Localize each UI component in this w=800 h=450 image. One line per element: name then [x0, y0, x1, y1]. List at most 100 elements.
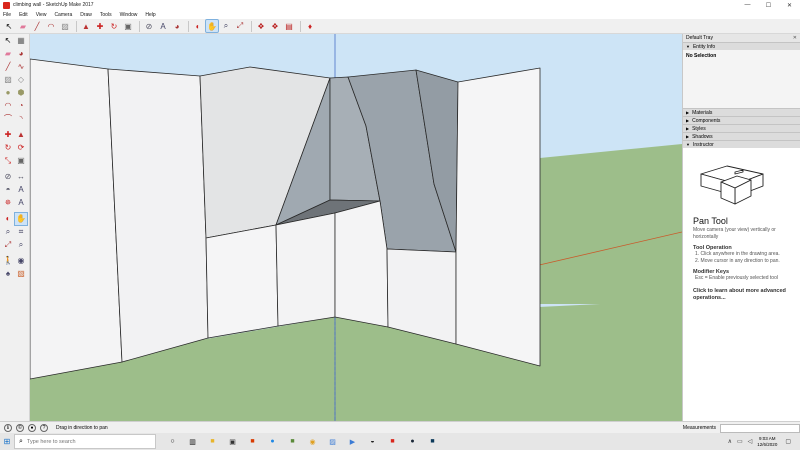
- push-pull-icon[interactable]: ▲: [80, 20, 92, 32]
- polygon-icon[interactable]: ⬢: [15, 87, 27, 99]
- panel-materials[interactable]: ▶ Materials: [683, 108, 800, 116]
- maximize-button[interactable]: ☐: [758, 0, 779, 10]
- app-icon[interactable]: ◒: [366, 435, 379, 448]
- photos-icon[interactable]: ▨: [326, 435, 339, 448]
- zoom-extents-icon[interactable]: ⤢: [2, 239, 14, 251]
- tape-measure-icon[interactable]: ⊘: [143, 20, 155, 32]
- wall-panel[interactable]: [30, 59, 122, 379]
- make-component-icon[interactable]: ▦: [15, 35, 27, 47]
- orbit-icon[interactable]: ◐: [2, 213, 14, 225]
- arc-icon[interactable]: ◠: [45, 20, 57, 32]
- warehouse-icon[interactable]: ❖: [255, 20, 267, 32]
- arc-3pt-icon[interactable]: ◝: [15, 113, 27, 125]
- look-around-icon[interactable]: ◉: [15, 255, 27, 267]
- text-icon[interactable]: A: [157, 20, 169, 32]
- push-pull-icon[interactable]: ▲: [15, 129, 27, 141]
- wall-panel[interactable]: [335, 201, 388, 327]
- menu-edit[interactable]: Edit: [19, 12, 28, 18]
- follow-me-icon[interactable]: ⟳: [15, 142, 27, 154]
- move-icon[interactable]: ✚: [94, 20, 106, 32]
- arc-icon[interactable]: ◠: [2, 100, 14, 112]
- wall-panel[interactable]: [108, 69, 208, 362]
- menu-camera[interactable]: Camera: [54, 12, 72, 18]
- menu-draw[interactable]: Draw: [80, 12, 92, 18]
- orbit-icon[interactable]: ◐: [192, 20, 204, 32]
- panel-components[interactable]: ▶ Components: [683, 116, 800, 124]
- task-view-icon[interactable]: ▥: [186, 435, 199, 448]
- steam-icon[interactable]: ●: [406, 435, 419, 448]
- zoom-icon[interactable]: ⌕: [220, 20, 232, 32]
- walk-icon[interactable]: ♠: [2, 268, 14, 280]
- rotated-rectangle-icon[interactable]: ◇: [15, 74, 27, 86]
- line-icon[interactable]: ╱: [2, 61, 14, 73]
- cortana-icon[interactable]: ○: [166, 435, 179, 448]
- network-icon[interactable]: ▭: [737, 438, 743, 445]
- select-icon[interactable]: ↖: [2, 35, 14, 47]
- learn-more-link[interactable]: Click to learn about more advanced opera…: [693, 288, 790, 302]
- ruby-icon[interactable]: ♦: [304, 20, 316, 32]
- zoom-window-icon[interactable]: ⌗: [15, 226, 27, 238]
- panel-styles[interactable]: ▶ Styles: [683, 124, 800, 132]
- eraser-icon[interactable]: ▰: [2, 48, 14, 60]
- model-canvas[interactable]: [30, 34, 682, 421]
- position-camera-icon[interactable]: 🚶: [2, 255, 14, 267]
- eraser-icon[interactable]: ▰: [17, 20, 29, 32]
- pin-icon[interactable]: ✕: [793, 35, 797, 41]
- zoom-extents-icon[interactable]: ⤢: [234, 20, 246, 32]
- arc-2pt-icon[interactable]: ⌒: [2, 113, 14, 125]
- pie-icon[interactable]: ◔: [15, 100, 27, 112]
- menu-file[interactable]: File: [3, 12, 11, 18]
- offset-icon[interactable]: ▣: [15, 155, 27, 167]
- previous-view-icon[interactable]: ⌕: [15, 239, 27, 251]
- extension-warehouse-icon[interactable]: ❖: [269, 20, 281, 32]
- geo-location-icon[interactable]: ℹ: [4, 424, 12, 432]
- menu-window[interactable]: Window: [120, 12, 138, 18]
- panel-shadows[interactable]: ▶ Shadows: [683, 132, 800, 140]
- wall-panel[interactable]: [206, 225, 278, 338]
- panel-instructor[interactable]: ▼ Instructor: [683, 140, 800, 148]
- minimize-button[interactable]: —: [737, 0, 758, 10]
- paint-bucket-icon[interactable]: ◕: [15, 48, 27, 60]
- paint-bucket-icon[interactable]: ◕: [171, 20, 183, 32]
- rotate-icon[interactable]: ↻: [2, 142, 14, 154]
- drawing-area[interactable]: [30, 34, 682, 421]
- chevron-up-icon[interactable]: ∧: [728, 438, 732, 445]
- pan-icon[interactable]: ✋: [15, 213, 27, 225]
- freehand-icon[interactable]: ∿: [15, 61, 27, 73]
- text-icon[interactable]: A: [15, 184, 27, 196]
- terminal-icon[interactable]: ■: [426, 435, 439, 448]
- menu-tools[interactable]: Tools: [100, 12, 112, 18]
- menu-help[interactable]: Help: [145, 12, 155, 18]
- protractor-icon[interactable]: ◓: [2, 184, 14, 196]
- rectangle-icon[interactable]: ▨: [2, 74, 14, 86]
- rotate-icon[interactable]: ↻: [108, 20, 120, 32]
- rectangle-icon[interactable]: ▨: [59, 20, 71, 32]
- notifications-icon[interactable]: ▢: [785, 438, 791, 445]
- wall-panel[interactable]: [456, 68, 540, 366]
- wall-panel[interactable]: [276, 213, 335, 326]
- search-input[interactable]: [27, 439, 147, 445]
- select-icon[interactable]: ↖: [3, 20, 15, 32]
- volume-icon[interactable]: ◁: [748, 438, 753, 445]
- store-icon[interactable]: ▣: [226, 435, 239, 448]
- windows-start-icon[interactable]: ⊞: [0, 433, 14, 450]
- circle-icon[interactable]: ●: [2, 87, 14, 99]
- tape-measure-icon[interactable]: ⊘: [2, 171, 14, 183]
- credits-icon[interactable]: ©: [16, 424, 24, 432]
- chrome-icon[interactable]: ◉: [306, 435, 319, 448]
- taskbar-search[interactable]: ⌕: [14, 434, 156, 449]
- clock[interactable]: 9:03 AM 12/6/2020: [757, 436, 777, 447]
- section-plane-icon[interactable]: ▧: [15, 268, 27, 280]
- 3d-text-icon[interactable]: A: [15, 197, 27, 209]
- menu-view[interactable]: View: [36, 12, 47, 18]
- scale-icon[interactable]: ⤡: [2, 155, 14, 167]
- office-icon[interactable]: ■: [246, 435, 259, 448]
- user-icon[interactable]: ●: [28, 424, 36, 432]
- edge-icon[interactable]: ●: [266, 435, 279, 448]
- dimension-icon[interactable]: ↔: [15, 171, 27, 183]
- zoom-icon[interactable]: ⌕: [2, 226, 14, 238]
- pan-icon[interactable]: ✋: [206, 20, 218, 32]
- offset-icon[interactable]: ▣: [122, 20, 134, 32]
- panel-entity-info[interactable]: ▼ Entity Info: [683, 42, 800, 50]
- send-to-layout-icon[interactable]: ▤: [283, 20, 295, 32]
